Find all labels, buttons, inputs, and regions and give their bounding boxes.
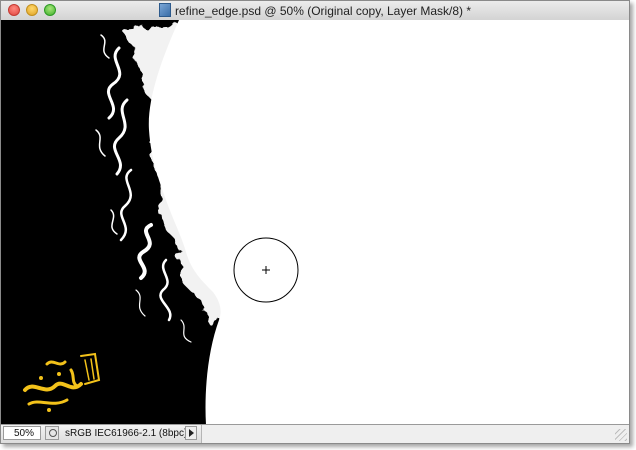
psd-file-icon	[158, 3, 171, 17]
document-profile-info: sRGB IEC61966-2.1 (8bpc)	[65, 428, 188, 439]
watermark-logo	[19, 350, 109, 414]
layer-mask-canvas[interactable]	[1, 20, 629, 425]
document-window: refine_edge.psd @ 50% (Original copy, La…	[0, 0, 630, 444]
status-menu-arrow-icon[interactable]	[185, 426, 197, 440]
zoom-level-field[interactable]: 50%	[3, 426, 41, 440]
logo-graphic	[23, 352, 101, 412]
status-bar: 50% sRGB IEC61966-2.1 (8bpc)	[1, 424, 629, 443]
title-bar[interactable]: refine_edge.psd @ 50% (Original copy, La…	[1, 1, 629, 21]
resize-grip-icon[interactable]	[615, 429, 627, 441]
proof-setup-icon[interactable]	[45, 426, 59, 440]
window-title: refine_edge.psd @ 50% (Original copy, La…	[174, 4, 472, 18]
window-title-wrap: refine_edge.psd @ 50% (Original copy, La…	[1, 3, 629, 18]
horizontal-scroll-area[interactable]	[201, 425, 629, 443]
